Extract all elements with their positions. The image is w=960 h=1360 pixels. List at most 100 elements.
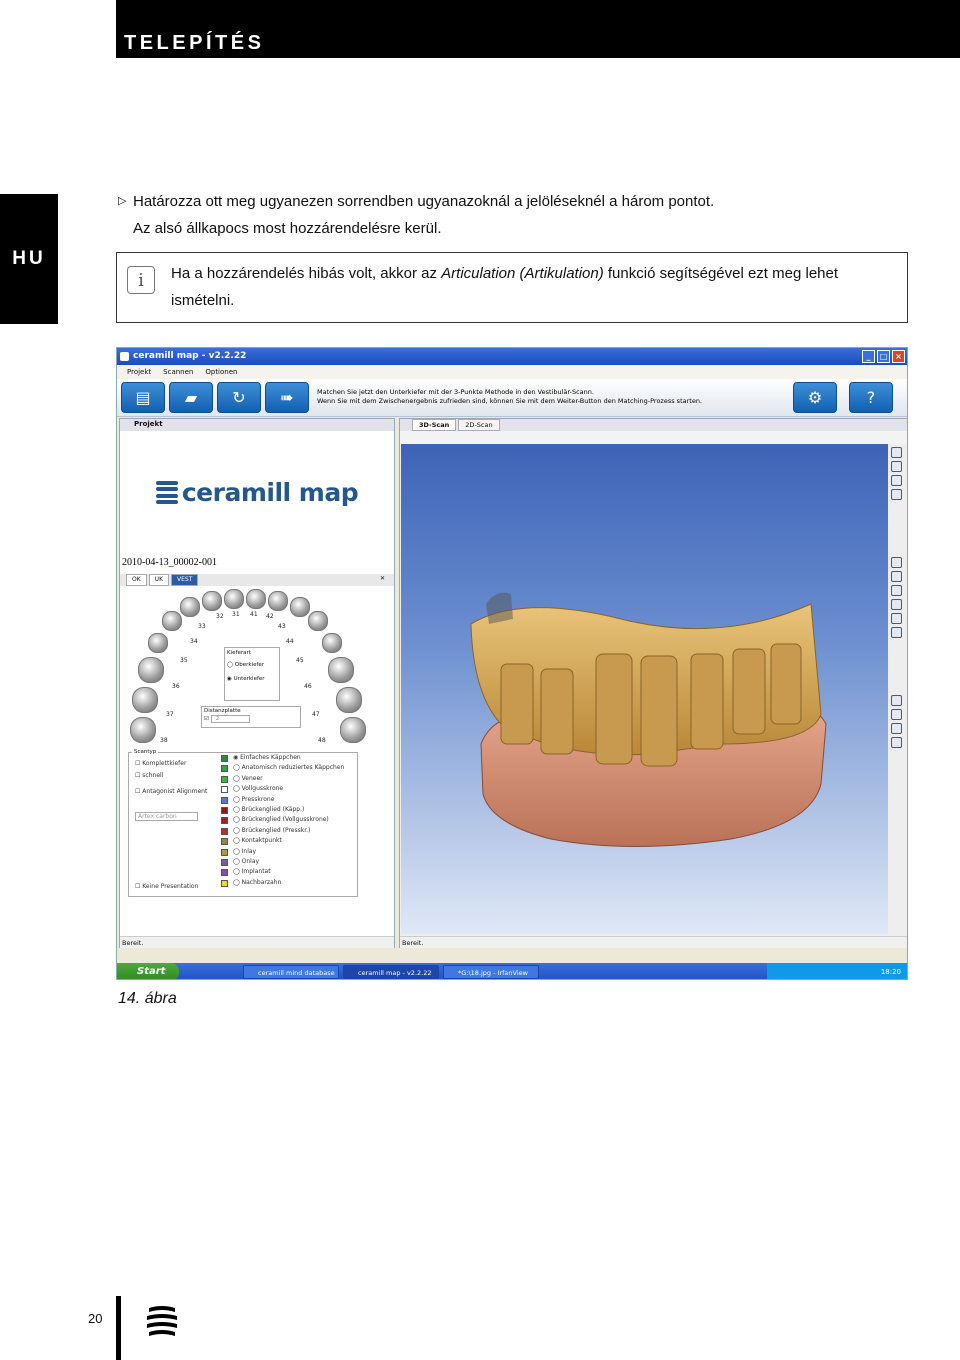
restoration-type-option[interactable]: ◯ Presskrone xyxy=(233,796,274,803)
layer-icon[interactable] xyxy=(891,695,902,706)
tooth[interactable] xyxy=(224,589,244,609)
logo-mark-icon xyxy=(155,480,178,505)
restoration-type-option[interactable]: ◯ Vollgusskrone xyxy=(233,785,283,792)
tool-icon[interactable] xyxy=(891,475,902,486)
tooth-number: 45 xyxy=(296,657,304,664)
tooth[interactable] xyxy=(336,687,362,713)
menu-scannen[interactable]: Scannen xyxy=(163,368,193,379)
restoration-type-option[interactable]: ◯ Nachbarzahn xyxy=(233,879,281,886)
tooth[interactable] xyxy=(180,597,200,617)
app-icon xyxy=(120,352,129,361)
start-button[interactable]: Start xyxy=(117,963,179,979)
help-icon-button[interactable]: ? xyxy=(849,382,893,413)
hint-line-2: Wenn Sie mit dem Zwischenergebnis zufrie… xyxy=(317,397,703,405)
tab-2d-scan[interactable]: 2D-Scan xyxy=(458,419,500,431)
radio-unterkiefer[interactable]: ◉ Unterkiefer xyxy=(227,676,277,682)
rotate-icon-button[interactable]: ↻ xyxy=(217,382,261,413)
check-keine-presentation[interactable]: ☐ Keine Presentation xyxy=(135,883,198,890)
close-button[interactable]: × xyxy=(892,350,905,363)
tooth-number: 34 xyxy=(190,638,198,645)
settings-icon-button[interactable]: ⚙ xyxy=(793,382,837,413)
scan-type-group: Scantyp ☐ Komplettkiefer ☐ schnell ☐ Ant… xyxy=(128,749,358,897)
restoration-type-option[interactable]: ◯ Implantat xyxy=(233,868,271,875)
tool-icon[interactable] xyxy=(891,461,902,472)
instruction-hint: Matchen Sie jetzt den Unterkiefer mit de… xyxy=(317,388,702,406)
check-antagonist[interactable]: ☐ Antagonist Alignment xyxy=(135,788,207,795)
software-screenshot: ceramill map - v2.2.22 _ □ × Projekt Sca… xyxy=(116,347,908,980)
layer-icon[interactable] xyxy=(891,585,902,596)
scan-tabs: 3D-Scan 2D-Scan xyxy=(400,419,907,431)
tab-ok[interactable]: OK xyxy=(126,574,147,586)
tooth-number: 42 xyxy=(266,613,274,620)
restoration-type-option[interactable]: ◯ Anatomisch reduziertes Käppchen xyxy=(233,764,344,771)
next-icon-button[interactable]: ➠ xyxy=(265,382,309,413)
radio-oberkiefer[interactable]: ◯ Oberkiefer xyxy=(227,662,277,668)
tooth[interactable] xyxy=(308,611,328,631)
layer-icon[interactable] xyxy=(891,627,902,638)
restoration-type-option[interactable]: ◉ Einfaches Käppchen xyxy=(233,754,301,761)
color-swatch xyxy=(221,869,228,877)
scan-material-select[interactable]: Artex carbon xyxy=(135,812,198,821)
tooth[interactable] xyxy=(138,657,164,683)
menu-bar: Projekt Scannen Optionen xyxy=(117,365,907,379)
tooth[interactable] xyxy=(340,717,366,743)
distance-plate-select[interactable]: ☑ 2 xyxy=(204,715,298,723)
layer-icon[interactable] xyxy=(891,557,902,568)
tooth[interactable] xyxy=(246,589,266,609)
document-icon-button[interactable]: ▤ xyxy=(121,382,165,413)
restoration-type-option[interactable]: ◯ Brückenglied (Vollgusskrone) xyxy=(233,816,329,823)
check-schnell[interactable]: ☐ schnell xyxy=(135,772,163,779)
tooth[interactable] xyxy=(290,597,310,617)
close-icon[interactable]: ✕ xyxy=(375,574,390,586)
menu-projekt[interactable]: Projekt xyxy=(127,368,151,379)
tooth[interactable] xyxy=(202,591,222,611)
tooth-number: 43 xyxy=(278,623,286,630)
layer-icon[interactable] xyxy=(891,599,902,610)
3d-viewport[interactable] xyxy=(401,444,888,934)
tab-uk[interactable]: UK xyxy=(148,574,169,586)
page-number: 20 xyxy=(88,1311,103,1326)
tab-3d-scan[interactable]: 3D-Scan xyxy=(412,419,457,431)
tooth[interactable] xyxy=(162,611,182,631)
tool-icon[interactable] xyxy=(891,447,902,458)
maximize-button[interactable]: □ xyxy=(877,350,890,363)
restoration-type-option[interactable]: ◯ Kontaktpunkt xyxy=(233,837,282,844)
restoration-type-option[interactable]: ◯ Brückenglied (Presskr.) xyxy=(233,827,310,834)
menu-optionen[interactable]: Optionen xyxy=(205,368,237,379)
tooth[interactable] xyxy=(148,633,168,653)
restoration-type-option[interactable]: ◯ Onlay xyxy=(233,858,259,865)
layer-icon[interactable] xyxy=(891,723,902,734)
layer-icon[interactable] xyxy=(891,737,902,748)
layer-icon[interactable] xyxy=(891,709,902,720)
header-bar: TELEPÍTÉS xyxy=(116,0,960,58)
task-mind-database[interactable]: ceramill mind database xyxy=(243,965,339,979)
status-bar-right: Bereit. xyxy=(400,936,907,948)
layer-icon[interactable] xyxy=(891,613,902,624)
minimize-button[interactable]: _ xyxy=(862,350,875,363)
task-irfanview[interactable]: *G:\18.jpg - IrfanView xyxy=(443,965,539,979)
tooth[interactable] xyxy=(268,591,288,611)
tooth[interactable] xyxy=(132,687,158,713)
restoration-type-option[interactable]: ◯ Veneer xyxy=(233,775,263,782)
check-komplettkiefer[interactable]: ☐ Komplettkiefer xyxy=(135,760,186,767)
tab-projekt[interactable]: Projekt xyxy=(120,419,394,431)
restoration-type-option[interactable]: ◯ Brückenglied (Käpp.) xyxy=(233,806,304,813)
jaw-tabs: OK UK VEST ✕ xyxy=(120,574,394,586)
info-note: i Ha a hozzárendelés hibás volt, akkor a… xyxy=(116,252,908,323)
folder-icon-button[interactable]: ▰ xyxy=(169,382,213,413)
restoration-type-option[interactable]: ◯ Inlay xyxy=(233,848,256,855)
check-komplettkiefer-label: Komplettkiefer xyxy=(142,760,187,767)
tooth[interactable] xyxy=(130,717,156,743)
layer-icon[interactable] xyxy=(891,571,902,582)
tab-vest[interactable]: VEST xyxy=(171,574,199,586)
color-swatch xyxy=(221,786,228,794)
tooth[interactable] xyxy=(328,657,354,683)
check-antagonist-label: Antagonist Alignment xyxy=(142,788,208,795)
scan-panel: 3D-Scan 2D-Scan Bereit. xyxy=(399,418,907,948)
task-ceramill-map[interactable]: ceramill map - v2.2.22 xyxy=(343,965,439,979)
tooth-number: 32 xyxy=(216,613,224,620)
taskbar: Start ceramill mind database ceramill ma… xyxy=(117,963,907,979)
tool-icon[interactable] xyxy=(891,489,902,500)
info-icon: i xyxy=(127,266,155,294)
tooth[interactable] xyxy=(322,633,342,653)
